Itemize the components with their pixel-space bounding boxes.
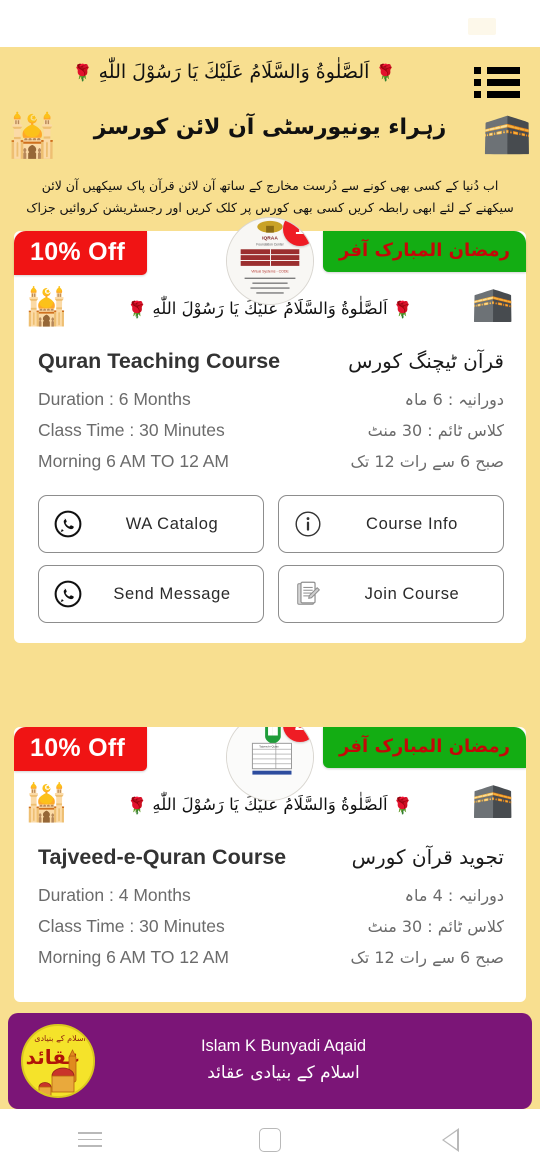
course-meta-row: Morning 6 AM TO 12 AM صبح 6 سے رات 12 تک <box>38 942 504 973</box>
university-title-row: 🕌 زہراء یونیورسٹی آن لائن کورسز 🕋 <box>0 109 540 171</box>
rose-icon: 🌹 <box>375 63 396 82</box>
svg-text:اسلام کے بنیادی: اسلام کے بنیادی <box>34 1034 86 1043</box>
course-title-ur: تجوید قرآن کورس <box>351 845 504 869</box>
course-title-en: Tajveed-e-Quran Course <box>38 845 287 869</box>
course-meta-ur: صبح 6 سے رات 12 تک <box>350 948 504 967</box>
rose-icon: 🌹 <box>72 63 93 82</box>
course-meta-en: Class Time : 30 Minutes <box>38 420 225 440</box>
wa-catalog-label: WA Catalog <box>125 514 219 533</box>
course-meta-en: Class Time : 30 Minutes <box>38 916 225 936</box>
course-meta-row: Class Time : 30 Minutes کلاس ٹائم : 30 م… <box>38 911 504 942</box>
course-title-en: Quran Teaching Course <box>38 349 281 373</box>
action-row: WA Catalog Course Info <box>38 495 504 553</box>
status-bar-notch <box>468 18 496 35</box>
course-title-row: Tajveed-e-Quran Course تجوید قرآن کورس <box>14 841 526 870</box>
course-meta-en: Duration : 4 Months <box>38 885 191 905</box>
join-course-button[interactable]: Join Course <box>278 565 504 623</box>
course-meta-ur: کلاس ٹائم : 30 منٹ <box>367 421 504 440</box>
wa-catalog-button[interactable]: WA Catalog <box>38 495 264 553</box>
app-root: 🌹 اَلصَّلٰوةُ وَالسَّلَامُ عَلَيْكَ يَا … <box>0 0 540 1170</box>
course-meta-en: Duration : 6 Months <box>38 389 191 409</box>
android-nav-bar <box>0 1109 540 1170</box>
send-message-button[interactable]: Send Message <box>38 565 264 623</box>
card-badge-row: 10% Off رمضان المبارک آفر IQRAA Foundati… <box>14 217 526 305</box>
action-row: Send Message Join Course <box>38 565 504 623</box>
course-title-ur: قرآن ٹیچنگ کورس <box>348 349 504 373</box>
svg-text:IQRAA: IQRAA <box>262 236 278 242</box>
course-thumbnail-avatar[interactable]: IQRAA Foundation Center Virtual Systems … <box>226 217 314 305</box>
banner-text-block: Islam K Bunyadi Aqaid اسلام کے بنیادی عق… <box>95 1034 532 1088</box>
nav-back-button[interactable] <box>360 1109 540 1170</box>
ramzan-offer-badge: رمضان المبارک آفر <box>323 727 526 768</box>
course-meta-row: Class Time : 30 Minutes کلاس ٹائم : 30 م… <box>38 415 504 446</box>
course-meta-ur: دورانیہ : 6 ماہ <box>404 390 504 409</box>
aqaid-logo-icon: اسلام کے بنیادی عقائد <box>21 1024 95 1098</box>
course-meta-row: Duration : 4 Months دورانیہ : 4 ماہ <box>38 880 504 911</box>
course-meta-en: Morning 6 AM TO 12 AM <box>38 451 229 471</box>
form-edit-icon <box>297 581 320 605</box>
rose-icon: 🌹 <box>392 796 413 815</box>
rose-icon: 🌹 <box>392 300 413 319</box>
course-meta-row: Duration : 6 Months دورانیہ : 6 ماہ <box>38 384 504 415</box>
banner-title-ur: اسلام کے بنیادی عقائد <box>207 1062 360 1083</box>
course-card[interactable]: 10% Off رمضان المبارک آفر Tajweed-e-Qura… <box>14 727 526 1002</box>
course-meta-ur: دورانیہ : 4 ماہ <box>404 886 504 905</box>
nav-recents-button[interactable] <box>0 1109 180 1170</box>
banner-title-en: Islam K Bunyadi Aqaid <box>200 1037 367 1056</box>
course-action-buttons: WA Catalog Course Info Send Message Join… <box>14 477 526 643</box>
svg-text:Foundation Center: Foundation Center <box>256 242 284 246</box>
page-header: 🌹 اَلصَّلٰوةُ وَالسَّلَامُ عَلَيْكَ يَا … <box>0 47 540 237</box>
course-info-label: Course Info <box>366 514 458 533</box>
nav-home-button[interactable] <box>180 1109 360 1170</box>
university-title: زہراء یونیورسٹی آن لائن کورسز <box>93 115 447 140</box>
join-course-label: Join Course <box>364 584 460 603</box>
rose-icon: 🌹 <box>127 300 148 319</box>
status-bar <box>0 0 540 47</box>
svg-text:Virtual Systems - CODE: Virtual Systems - CODE <box>251 270 289 274</box>
course-meta-list: Duration : 4 Months دورانیہ : 4 ماہ Clas… <box>14 870 526 973</box>
header-salaat-arabic: اَلصَّلٰوةُ وَالسَّلَامُ عَلَيْكَ يَا رَ… <box>98 61 370 83</box>
course-meta-row: Morning 6 AM TO 12 AM صبح 6 سے رات 12 تک <box>38 446 504 477</box>
kaaba-icon: 🕋 <box>482 111 532 155</box>
whatsapp-icon <box>54 580 82 608</box>
course-meta-ur: کلاس ٹائم : 30 منٹ <box>367 917 504 936</box>
ramzan-offer-badge: رمضان المبارک آفر <box>323 231 526 272</box>
home-icon <box>259 1127 281 1152</box>
header-salaat-text: 🌹 اَلصَّلٰوةُ وَالسَّلَامُ عَلَيْكَ يَا … <box>0 61 540 83</box>
whatsapp-icon <box>54 510 82 538</box>
info-icon <box>295 511 321 537</box>
course-index-badge: 1 <box>283 218 313 246</box>
course-meta-en: Morning 6 AM TO 12 AM <box>38 947 229 967</box>
course-title-row: Quran Teaching Course قرآن ٹیچنگ کورس <box>14 345 526 374</box>
card-badge-row: 10% Off رمضان المبارک آفر Tajweed-e-Qura… <box>14 727 526 801</box>
kaaba-icon: 🕋 <box>471 285 514 323</box>
intro-line-1: اب دُنیا کے کسی بھی کونے سے دُرست مخارج … <box>41 178 499 193</box>
discount-badge: 10% Off <box>14 231 148 275</box>
course-meta-list: Duration : 6 Months دورانیہ : 6 ماہ Clas… <box>14 374 526 477</box>
svg-text:Tajweed-e-Quran: Tajweed-e-Quran <box>259 746 279 749</box>
kaaba-icon: 🕋 <box>471 781 514 819</box>
discount-badge: 10% Off <box>14 727 148 771</box>
recents-icon <box>78 1132 102 1147</box>
course-card[interactable]: 10% Off رمضان المبارک آفر IQRAA Foundati… <box>14 217 526 643</box>
rose-icon: 🌹 <box>127 796 148 815</box>
bottom-promo-banner[interactable]: اسلام کے بنیادی عقائد Islam K Bunyadi Aq… <box>8 1013 532 1109</box>
course-meta-ur: صبح 6 سے رات 12 تک <box>350 452 504 471</box>
course-info-button[interactable]: Course Info <box>278 495 504 553</box>
back-icon <box>441 1127 459 1152</box>
send-message-label: Send Message <box>113 584 231 603</box>
aqaid-logo-graphic: اسلام کے بنیادی عقائد <box>24 1027 93 1096</box>
